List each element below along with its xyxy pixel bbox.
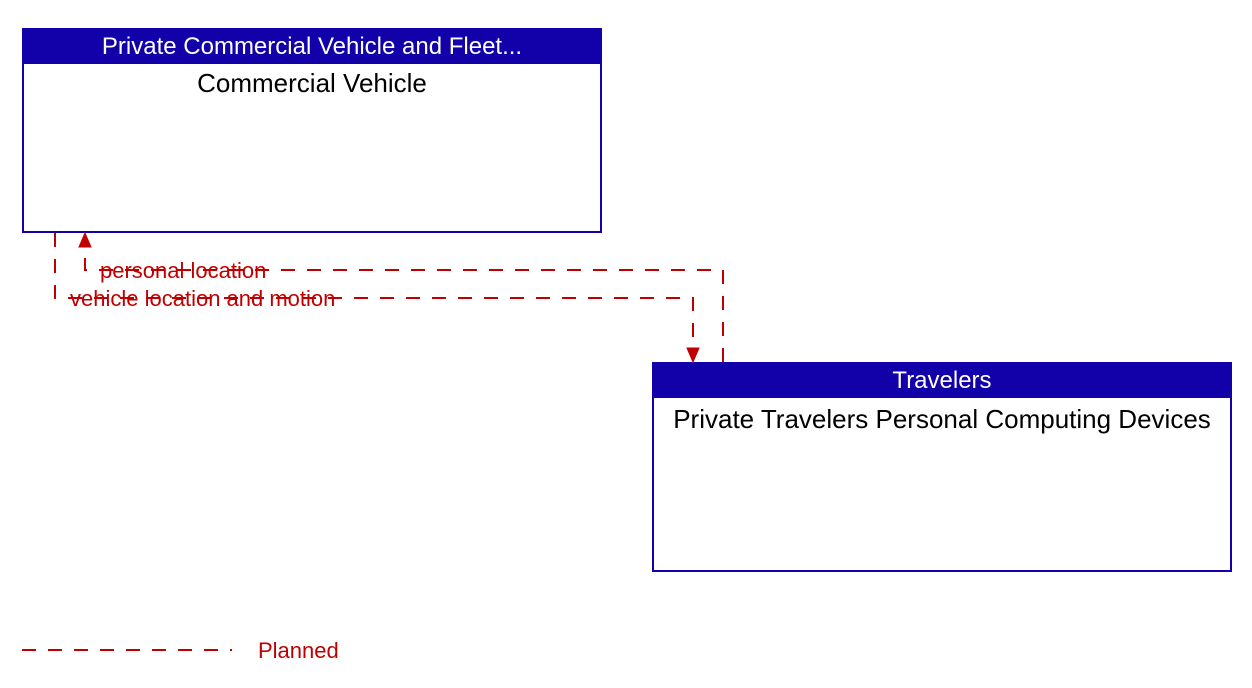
entity-body-travelers-devices: Private Travelers Personal Computing Dev… [654,398,1230,439]
legend-label-planned: Planned [258,638,339,664]
flow-label-personal-location[interactable]: personal location [100,258,266,284]
entity-body-commercial-vehicle: Commercial Vehicle [24,64,600,103]
entity-box-travelers-devices[interactable]: Travelers Private Travelers Personal Com… [652,362,1232,572]
flow-arrow-personal-location [79,233,91,247]
flow-arrow-vehicle-location-motion [687,348,699,362]
entity-header-commercial-vehicle: Private Commercial Vehicle and Fleet... [24,30,600,64]
flow-label-vehicle-location-motion[interactable]: vehicle location and motion [70,286,335,312]
entity-header-travelers: Travelers [654,364,1230,398]
entity-box-commercial-vehicle[interactable]: Private Commercial Vehicle and Fleet... … [22,28,602,233]
